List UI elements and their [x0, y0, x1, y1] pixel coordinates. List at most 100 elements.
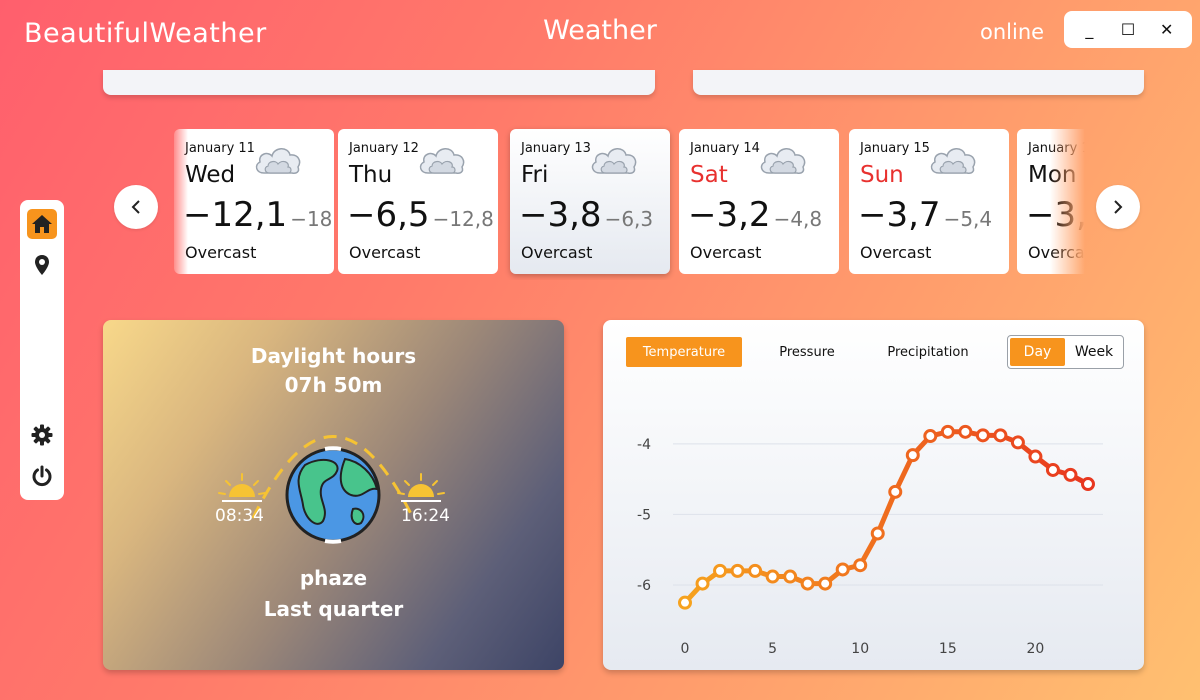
- y-tick-label: -4: [637, 437, 651, 453]
- forecast-temp: −3,7 −5,4: [858, 195, 992, 235]
- temperature-data-point: [800, 576, 815, 591]
- forecast-day-temp: −6,5: [347, 195, 430, 235]
- maximize-button[interactable]: ☐: [1114, 16, 1142, 44]
- forecast-night-temp: −12,8: [432, 207, 494, 231]
- forecast-night-temp: −4,8: [773, 207, 823, 231]
- cloud-icon: [255, 148, 301, 174]
- temperature-data-point: [748, 563, 763, 578]
- temperature-data-point: [958, 424, 973, 439]
- forecast-day-name: Thu: [349, 162, 393, 188]
- forecast-temp: −6,5 −12,8: [347, 195, 494, 235]
- minimize-button[interactable]: _: [1075, 16, 1103, 44]
- cloud-icon: [760, 148, 806, 174]
- temperature-data-point: [1081, 477, 1095, 492]
- temperature-data-point: [905, 448, 920, 463]
- temperature-data-point: [940, 424, 955, 439]
- gear-icon: [31, 424, 53, 446]
- forecast-temp: −3,: [1026, 195, 1085, 235]
- forecast-day-card[interactable]: January 13 Fri −3,8 −6,3 Overcast: [510, 129, 670, 274]
- cloud-icon: [591, 148, 637, 174]
- x-tick-label: 10: [851, 641, 869, 657]
- forecast-night-temp: −5,4: [943, 207, 993, 231]
- x-tick-label: 20: [1027, 641, 1045, 657]
- temperature-data-point: [678, 595, 692, 610]
- sunrise-icon: [218, 473, 266, 502]
- forecast-day-name: Mon: [1028, 162, 1077, 188]
- earth-globe-icon: [285, 446, 381, 544]
- chart-panel: Temperature Pressure Precipitation Day W…: [603, 320, 1144, 670]
- temperature-data-point: [818, 576, 833, 591]
- temperature-data-point: [783, 569, 798, 584]
- temperature-data-point: [853, 558, 868, 573]
- forecast-next-button[interactable]: [1096, 185, 1140, 229]
- chevron-left-icon: [131, 200, 140, 214]
- forecast-strip: January 11 Wed −12,1 −18 Overcast January 12 T…: [170, 125, 1085, 280]
- sidebar-item-location[interactable]: [27, 250, 57, 280]
- temperature-data-point: [765, 569, 780, 584]
- sidebar: [20, 200, 64, 500]
- forecast-day-temp: −3,8: [519, 195, 602, 235]
- forecast-day-card[interactable]: January 15 Sun −3,7 −5,4 Overcast: [849, 129, 1009, 274]
- chevron-right-icon: [1114, 200, 1123, 214]
- window-controls: _ ☐ ✕: [1064, 11, 1192, 48]
- forecast-day-name: Sat: [690, 162, 728, 188]
- forecast-day-card[interactable]: January 16 Mon −3, Overcast: [1017, 129, 1085, 274]
- forecast-condition: Overcast: [860, 243, 932, 262]
- y-tick-label: -5: [637, 507, 651, 523]
- daylight-duration: 07h 50m: [284, 373, 383, 397]
- forecast-temp: −3,8 −6,3: [519, 195, 653, 235]
- forecast-condition: Overcast: [185, 243, 257, 262]
- cloud-icon: [930, 148, 976, 174]
- temperature-chart: -4 -5 -6 0 5 10 15 20: [637, 424, 1103, 657]
- temperature-data-point: [1045, 462, 1060, 477]
- sunset-icon: [397, 473, 445, 502]
- power-icon: [32, 465, 52, 487]
- sidebar-item-settings[interactable]: [27, 420, 57, 450]
- home-icon: [32, 215, 52, 233]
- daylight-title: Daylight hours: [250, 344, 417, 368]
- temperature-data-point: [1010, 435, 1025, 450]
- forecast-date: January 11: [185, 141, 255, 156]
- forecast-day-card[interactable]: January 12 Thu −6,5 −12,8 Overcast: [338, 129, 498, 274]
- connection-status: online: [980, 20, 1045, 44]
- sidebar-item-home[interactable]: [27, 209, 57, 239]
- forecast-day-card[interactable]: January 11 Wed −12,1 −18 Overcast: [174, 129, 334, 274]
- forecast-prev-button[interactable]: [114, 185, 158, 229]
- forecast-condition: Overcast: [349, 243, 421, 262]
- moon-phase-value: Last quarter: [263, 597, 404, 621]
- forecast-day-temp: −3,2: [688, 195, 771, 235]
- top-panel-left: [103, 70, 655, 95]
- x-tick-label: 0: [681, 641, 690, 657]
- y-tick-label: -6: [637, 578, 651, 594]
- forecast-night-temp: −18: [290, 207, 333, 231]
- temperature-series-line: [683, 429, 1090, 605]
- forecast-day-temp: −3,: [1026, 195, 1085, 235]
- forecast-day-temp: −12,1: [183, 195, 288, 235]
- sun-path-diagram: [218, 435, 445, 544]
- forecast-date: January 13: [521, 141, 591, 156]
- daylight-panel: Daylight hours 07h 50m 08:34 16:24 phaze…: [103, 320, 564, 670]
- forecast-day-card[interactable]: January 14 Sat −3,2 −4,8 Overcast: [679, 129, 839, 274]
- temperature-data-point: [923, 429, 938, 444]
- forecast-date: January 15: [860, 141, 930, 156]
- forecast-temp: −12,1 −18: [183, 195, 332, 235]
- sunset-time: 16:24: [401, 506, 450, 526]
- forecast-night-temp: −6,3: [604, 207, 654, 231]
- sidebar-item-power[interactable]: [27, 461, 57, 491]
- close-button[interactable]: ✕: [1153, 16, 1181, 44]
- temperature-data-point: [695, 576, 710, 591]
- x-tick-label: 5: [768, 641, 777, 657]
- forecast-day-name: Wed: [185, 162, 236, 188]
- forecast-date: January 16: [1028, 141, 1085, 156]
- temperature-data-point: [713, 563, 728, 578]
- temperature-data-point: [730, 563, 745, 578]
- sunrise-time: 08:34: [215, 506, 264, 526]
- forecast-day-name: Fri: [521, 162, 549, 188]
- app-title: BeautifulWeather: [24, 18, 267, 49]
- forecast-condition: Overcast: [690, 243, 762, 262]
- temperature-data-point: [835, 562, 850, 577]
- temperature-data-point: [888, 484, 903, 499]
- forecast-condition: Overcast: [521, 243, 593, 262]
- moon-phase-label: phaze: [299, 566, 368, 590]
- forecast-day-temp: −3,7: [858, 195, 941, 235]
